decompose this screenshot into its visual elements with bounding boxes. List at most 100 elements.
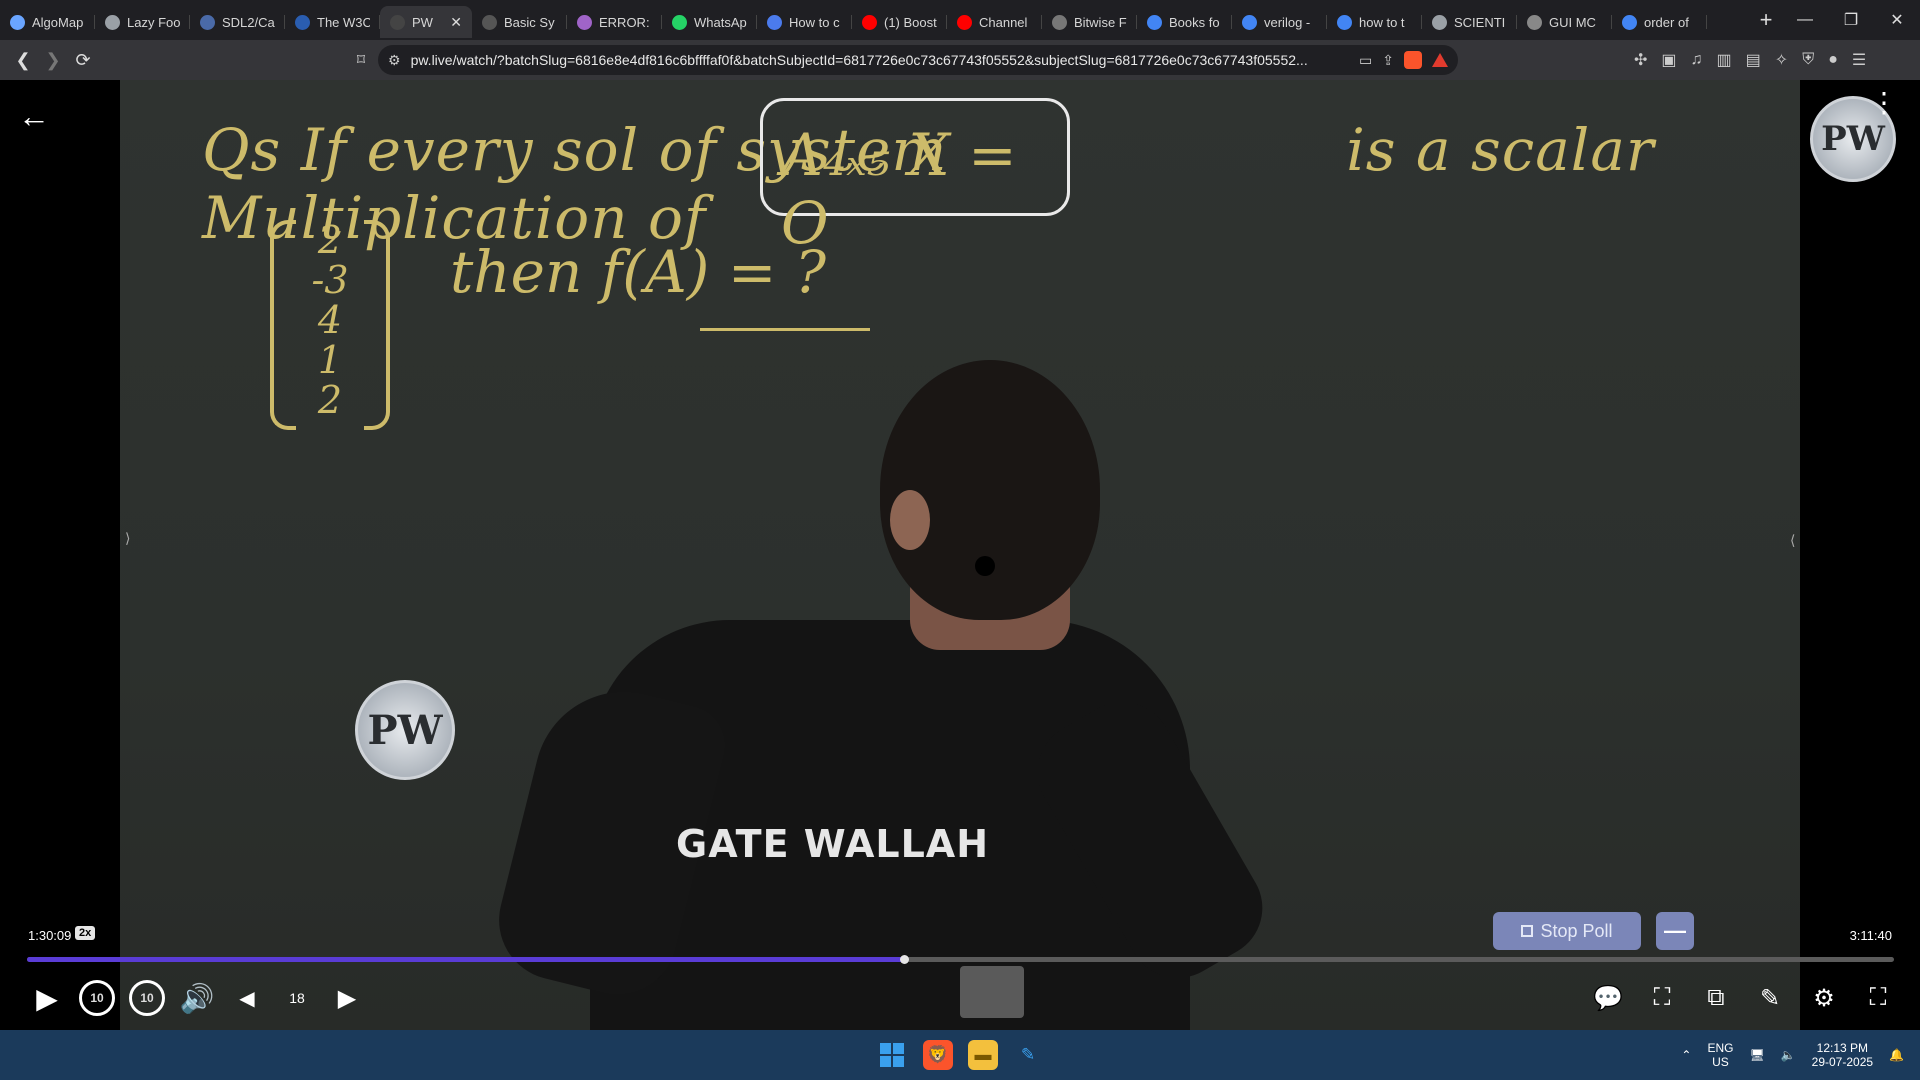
tab-7[interactable]: WhatsAp	[662, 6, 757, 38]
slides-badge[interactable]: 18	[272, 973, 322, 1023]
equation-text: A₄ₓ₅ X = O	[781, 121, 1017, 257]
video-player[interactable]: Qs If every sol of system is a scalar Mu…	[0, 80, 1920, 1030]
brave-shield-icon[interactable]	[1404, 51, 1422, 69]
tab-5[interactable]: Basic Sy	[472, 6, 567, 38]
prev-slide-icon[interactable]: ◀	[222, 973, 272, 1023]
site-info-icon[interactable]: ⚙	[388, 52, 401, 69]
bookmark-icon[interactable]: ⌑	[348, 50, 374, 70]
brave-rewards-icon[interactable]	[1432, 53, 1448, 67]
stop-icon	[1521, 925, 1534, 937]
translate-icon[interactable]: ⛶	[1642, 973, 1682, 1023]
reload-icon[interactable]: ⟳	[68, 45, 98, 75]
stop-poll-button[interactable]: Stop Poll	[1493, 912, 1641, 950]
settings-icon[interactable]: ⚙	[1804, 973, 1844, 1023]
wallet-icon[interactable]: ▤	[1746, 50, 1761, 70]
current-time: 1:30:09	[28, 928, 72, 943]
media-icon[interactable]: ♫	[1691, 51, 1703, 69]
cast-icon[interactable]: ▭	[1359, 52, 1372, 69]
tab-9[interactable]: (1) Boost	[852, 6, 947, 38]
file-explorer-icon[interactable]: ▬	[968, 1040, 998, 1070]
skip-forward-icon[interactable]: 10	[129, 980, 165, 1016]
tab-3[interactable]: The W3C	[285, 6, 380, 38]
notes-icon[interactable]: ✎	[1750, 973, 1790, 1023]
notifications-icon[interactable]: 🔔	[1889, 1048, 1904, 1062]
matrix-entry: 2	[317, 218, 343, 262]
share-icon[interactable]: ⇪	[1382, 52, 1394, 69]
tab-11[interactable]: Bitwise F	[1042, 6, 1137, 38]
pen-app-icon[interactable]: ✎	[1013, 1040, 1043, 1070]
tab-0[interactable]: AlgoMap	[0, 6, 95, 38]
language-indicator[interactable]: ENG US	[1707, 1041, 1733, 1069]
total-time: 3:11:40	[1849, 928, 1892, 943]
close-tab-icon[interactable]: ✕	[450, 14, 462, 31]
collapse-poll-button[interactable]: —	[1656, 912, 1694, 950]
tab-17[interactable]: order of	[1612, 6, 1707, 38]
pip-icon[interactable]: ⧉	[1696, 973, 1736, 1023]
play-icon[interactable]: ▶	[22, 973, 72, 1023]
back-arrow-icon[interactable]: ←	[18, 98, 50, 135]
close-window-icon[interactable]: ✕	[1874, 0, 1920, 40]
google-icon	[1337, 14, 1352, 30]
left-panel-toggle-icon[interactable]: ⟩	[125, 530, 130, 547]
teacher-ear	[890, 490, 930, 550]
screenshot-icon[interactable]: ▣	[1661, 50, 1676, 70]
chat-icon[interactable]: 💬	[1588, 973, 1628, 1023]
web-icon	[105, 14, 120, 30]
toolbar-extensions: ✣ ▣ ♫ ▥ ▤ ✧ ⛨ ● ☰	[1634, 50, 1866, 70]
skip-back-icon[interactable]: 10	[79, 980, 115, 1016]
tab-16[interactable]: GUI MC	[1517, 6, 1612, 38]
tab-label: order of	[1644, 14, 1689, 30]
browser-toolbar: ❮ ❯ ⟳ ⌑ ⚙ pw.live/watch/?batchSlug=6816e…	[0, 40, 1920, 80]
tab-15[interactable]: SCIENTI	[1422, 6, 1517, 38]
vpn-icon[interactable]: ⛨	[1802, 51, 1814, 69]
windows-taskbar: 🦁 ▬ ✎ ⌃ ENG US 🖥 🔈 12:13 PM 29-07-2025 🔔	[0, 1030, 1920, 1080]
restore-icon[interactable]: ❐	[1828, 0, 1874, 40]
w3c-icon	[295, 14, 310, 30]
chalkboard-video-frame: Qs If every sol of system is a scalar Mu…	[120, 80, 1896, 1030]
volume-icon[interactable]: 🔊	[172, 973, 222, 1023]
tab-10[interactable]: Channel	[947, 6, 1042, 38]
teacher-figure	[486, 360, 1281, 1030]
more-options-icon[interactable]: ⋮	[1870, 89, 1898, 117]
seek-bar[interactable]	[27, 955, 1894, 964]
speaker-icon[interactable]: 🔈	[1781, 1048, 1796, 1062]
tab-6[interactable]: ERROR:	[567, 6, 662, 38]
url-text[interactable]: pw.live/watch/?batchSlug=6816e8e4df816c6…	[411, 52, 1349, 68]
tab-label: The W3C	[317, 14, 370, 30]
right-panel-toggle-icon[interactable]: ⟨	[1790, 532, 1795, 549]
forward-icon[interactable]: ❯	[38, 45, 68, 75]
tab-12[interactable]: Books fo	[1137, 6, 1232, 38]
tab-14[interactable]: how to t	[1327, 6, 1422, 38]
extensions-icon[interactable]: ✣	[1634, 50, 1647, 70]
youtube-icon	[957, 14, 972, 30]
new-tab-button[interactable]: +	[1750, 7, 1782, 33]
speed-badge[interactable]: 2x	[75, 926, 96, 940]
fullscreen-icon[interactable]: ⛶	[1858, 973, 1898, 1023]
next-slide-icon[interactable]: ▶	[322, 973, 372, 1023]
back-icon[interactable]: ❮	[8, 45, 38, 75]
tab-4[interactable]: PW ✕	[380, 6, 472, 38]
tab-1[interactable]: Lazy Foo	[95, 6, 190, 38]
profile-avatar-icon[interactable]: ●	[1828, 51, 1838, 69]
minimize-icon[interactable]: —	[1782, 0, 1828, 40]
tab-13[interactable]: verilog -	[1232, 6, 1327, 38]
leo-ai-icon[interactable]: ✧	[1775, 50, 1788, 70]
web-icon	[1432, 14, 1447, 30]
tray-overflow-icon[interactable]: ⌃	[1681, 1048, 1691, 1062]
tab-2[interactable]: SDL2/Ca	[190, 6, 285, 38]
tab-8[interactable]: How to c	[757, 6, 852, 38]
equation-box: A₄ₓ₅ X = O	[760, 98, 1070, 257]
seek-knob[interactable]	[900, 955, 909, 964]
seek-bar-fill	[27, 957, 904, 962]
network-icon[interactable]: 🖥	[1749, 1048, 1764, 1062]
brave-browser-icon[interactable]: 🦁	[923, 1040, 953, 1070]
clock[interactable]: 12:13 PM 29-07-2025	[1812, 1041, 1873, 1069]
address-bar[interactable]: ⚙ pw.live/watch/?batchSlug=6816e8e4df816…	[378, 45, 1458, 75]
start-menu-icon[interactable]	[880, 1043, 904, 1067]
matrix-bracket-right	[364, 220, 390, 430]
tab-label: PW	[412, 14, 433, 30]
menu-icon[interactable]: ☰	[1852, 50, 1866, 70]
answer-underline	[700, 328, 870, 331]
matrix-entry: 1	[317, 338, 343, 382]
sidebar-icon[interactable]: ▥	[1717, 50, 1732, 70]
